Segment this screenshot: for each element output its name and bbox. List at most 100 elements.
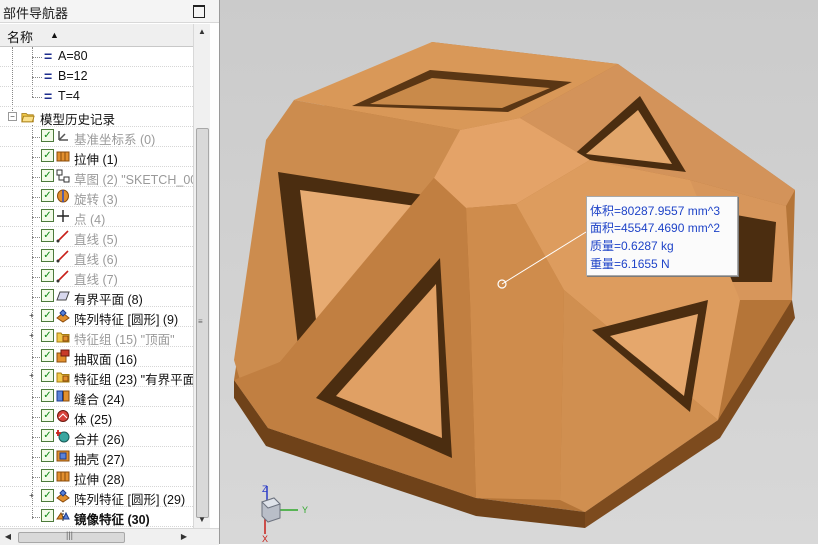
mass-properties-label[interactable]: 体积=80287.9557 mm^3 面积=45547.4690 mm^2 质量… — [586, 196, 738, 276]
sew-icon — [56, 390, 70, 402]
feature-row-pattern[interactable]: + ✓ 阵列特征 [圆形] (29) — [0, 487, 193, 507]
tree-branch-line — [32, 297, 40, 298]
feature-row-extrude[interactable]: ✓ 拉伸 (1) — [0, 147, 193, 167]
horizontal-scroll-thumb[interactable]: ||| — [18, 530, 125, 543]
feature-label: 阵列特征 [圆形] (29) — [74, 493, 186, 507]
scroll-down-arrow-icon[interactable]: ▼ — [194, 512, 210, 528]
unite-icon — [56, 430, 70, 443]
feature-label: 合并 (26) — [74, 433, 125, 447]
tree-branch-line — [32, 197, 40, 198]
weight-value: 重量=6.1655 N — [590, 257, 670, 271]
scroll-right-arrow-icon[interactable]: ▶ — [176, 529, 192, 545]
checkbox-checked[interactable]: ✓ — [41, 149, 54, 162]
column-header-label: 名称 — [7, 30, 34, 45]
checkbox-checked[interactable]: ✓ — [41, 449, 54, 462]
feature-row-extract-face[interactable]: ✓ 抽取面 (16) — [0, 347, 193, 367]
feature-row-extrude[interactable]: ✓ 拉伸 (28) — [0, 467, 193, 487]
feature-row-body[interactable]: ✓ 体 (25) — [0, 407, 193, 427]
feature-row-bounded-plane[interactable]: ✓ 有界平面 (8) — [0, 287, 193, 307]
feature-row-line[interactable]: ✓ 直线 (7) — [0, 267, 193, 287]
extrude-icon — [56, 471, 70, 482]
feature-row-point[interactable]: ✓ 点 (4) — [0, 207, 193, 227]
checkbox-checked[interactable]: ✓ — [41, 489, 54, 502]
parameter-label: A=80 — [58, 49, 88, 63]
mirror-feature-icon — [56, 510, 70, 522]
checkbox-checked[interactable]: ✓ — [41, 129, 54, 142]
feature-row-feature-group[interactable]: + ✓ 特征组 (15) "顶面" — [0, 327, 193, 347]
checkbox-checked[interactable]: ✓ — [41, 349, 54, 362]
checkbox-checked[interactable]: ✓ — [41, 229, 54, 242]
expression-icon: = — [44, 68, 53, 84]
expand-toggle[interactable]: + — [28, 372, 35, 380]
checkbox-checked[interactable]: ✓ — [41, 249, 54, 262]
vertical-scrollbar[interactable]: ▲ ≡ ▼ — [193, 24, 210, 528]
checkbox-checked[interactable]: ✓ — [41, 509, 54, 522]
checkbox-checked[interactable]: ✓ — [41, 169, 54, 182]
feature-row-sew[interactable]: ✓ 缝合 (24) — [0, 387, 193, 407]
tree-branch-line — [32, 457, 40, 458]
vertical-scroll-thumb[interactable]: ≡ — [196, 128, 209, 518]
parameter-row[interactable]: = A=80 — [0, 47, 193, 67]
checkbox-checked[interactable]: ✓ — [41, 269, 54, 282]
feature-label: 旋转 (3) — [74, 193, 118, 207]
navigator-title-bar: 部件导航器 — [0, 0, 219, 23]
feature-row-revolve[interactable]: ✓ 旋转 (3) — [0, 187, 193, 207]
checkbox-checked[interactable]: ✓ — [41, 389, 54, 402]
tree-branch-line — [32, 57, 42, 58]
feature-label: 拉伸 (1) — [74, 153, 118, 167]
parameter-row[interactable]: = B=12 — [0, 67, 193, 87]
sketch-icon — [56, 169, 70, 183]
feature-group-icon — [56, 332, 70, 343]
mass-value: 质量=0.6287 kg — [590, 239, 674, 253]
checkbox-checked[interactable]: ✓ — [41, 409, 54, 422]
feature-row-datum-csys[interactable]: ✓ 基准坐标系 (0) — [0, 127, 193, 147]
navigator-tree: = A=80 = B=12 = T=4 − 模型历史记录 ✓ 基准坐标系 (0)… — [0, 47, 193, 528]
feature-row-mirror[interactable]: ✓ 镜像特征 (30) — [0, 507, 193, 527]
feature-label: 直线 (6) — [74, 253, 118, 267]
checkbox-checked[interactable]: ✓ — [41, 429, 54, 442]
volume-value: 体积=80287.9557 mm^3 — [590, 204, 721, 218]
scroll-left-arrow-icon[interactable]: ◀ — [0, 529, 16, 545]
line-icon — [56, 250, 69, 263]
checkbox-checked[interactable]: ✓ — [41, 329, 54, 342]
checkbox-checked[interactable]: ✓ — [41, 189, 54, 202]
expression-icon: = — [44, 88, 53, 104]
checkbox-checked[interactable]: ✓ — [41, 369, 54, 382]
feature-label: 有界平面 (8) — [74, 293, 143, 307]
model-history-folder[interactable]: − 模型历史记录 — [0, 107, 193, 127]
checkbox-checked[interactable]: ✓ — [41, 469, 54, 482]
y-axis-label: Y — [302, 505, 308, 515]
feature-row-feature-group[interactable]: + ✓ 特征组 (23) "有界平面 — [0, 367, 193, 387]
feature-row-line[interactable]: ✓ 直线 (5) — [0, 227, 193, 247]
feature-row-pattern[interactable]: + ✓ 阵列特征 [圆形] (9) — [0, 307, 193, 327]
expand-toggle[interactable]: + — [28, 312, 35, 320]
point-icon — [57, 210, 69, 222]
expand-toggle[interactable]: + — [28, 492, 35, 500]
checkbox-checked[interactable]: ✓ — [41, 289, 54, 302]
column-header-name[interactable]: 名称 ▲ — [0, 24, 193, 47]
view-triad-icon[interactable]: Z Y X — [250, 470, 320, 544]
checkbox-checked[interactable]: ✓ — [41, 309, 54, 322]
expand-toggle[interactable]: + — [28, 332, 35, 340]
feature-label: 特征组 (23) "有界平面 — [74, 373, 193, 387]
feature-row-shell[interactable]: ✓ 抽壳 (27) — [0, 447, 193, 467]
navigator-title: 部件导航器 — [3, 6, 69, 21]
collapse-toggle[interactable]: − — [8, 112, 17, 121]
feature-row-sketch[interactable]: ✓ 草图 (2) "SKETCH_00 — [0, 167, 193, 187]
graphics-viewport[interactable]: 体积=80287.9557 mm^3 面积=45547.4690 mm^2 质量… — [220, 0, 818, 544]
horizontal-scrollbar[interactable]: ◀ ||| ▶ — [0, 528, 219, 545]
feature-row-line[interactable]: ✓ 直线 (6) — [0, 247, 193, 267]
scroll-up-arrow-icon[interactable]: ▲ — [194, 24, 210, 40]
feature-label: 缝合 (24) — [74, 393, 125, 407]
pattern-feature-icon — [56, 309, 70, 323]
tree-branch-line — [32, 437, 40, 438]
tree-branch-line — [32, 357, 40, 358]
tree-branch-line — [32, 397, 40, 398]
feature-label: 基准坐标系 (0) — [74, 133, 156, 147]
body-icon — [57, 410, 69, 422]
checkbox-checked[interactable]: ✓ — [41, 209, 54, 222]
tree-branch-line — [32, 157, 40, 158]
maximize-icon[interactable] — [193, 5, 205, 18]
feature-row-unite[interactable]: ✓ 合并 (26) — [0, 427, 193, 447]
parameter-row[interactable]: = T=4 — [0, 87, 193, 107]
